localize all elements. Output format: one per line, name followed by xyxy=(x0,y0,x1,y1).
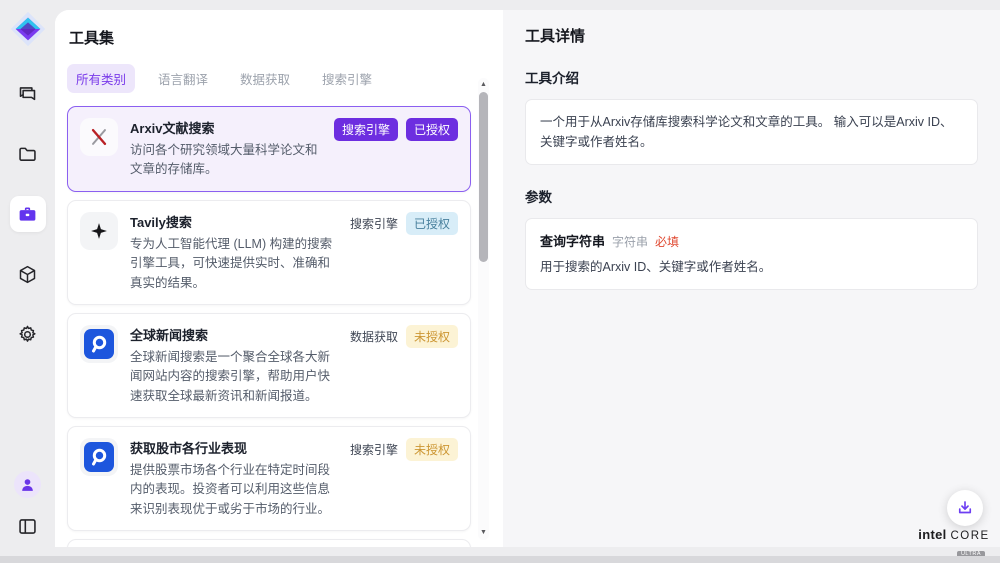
scrollbar-thumb[interactable] xyxy=(479,92,488,262)
app-sidebar xyxy=(0,0,55,556)
tool-list-panel: 工具集 所有类别语言翻译数据获取搜索引擎 Arxiv文献搜索 访问各个研究领域大… xyxy=(55,10,503,547)
tab-category-2[interactable]: 数据获取 xyxy=(231,64,299,93)
category-tabs: 所有类别语言翻译数据获取搜索引擎 xyxy=(67,64,503,93)
diamond-logo-icon xyxy=(9,10,47,48)
param-required-badge: 必填 xyxy=(655,233,679,250)
tool-category-badge: 搜索引擎 xyxy=(334,118,398,141)
tab-category-1[interactable]: 语言翻译 xyxy=(149,64,217,93)
list-scrollbar[interactable]: ▲ ▼ xyxy=(478,78,489,540)
main-window: 工具集 所有类别语言翻译数据获取搜索引擎 Arxiv文献搜索 访问各个研究领域大… xyxy=(55,10,1000,547)
tool-card[interactable]: Arxiv文献搜索 访问各个研究领域大量科学论文和文章的存储库。 搜索引擎 已授… xyxy=(67,106,471,192)
download-button[interactable] xyxy=(947,490,983,526)
panel-toggle-icon[interactable] xyxy=(10,508,46,544)
blue-search-logo-icon xyxy=(80,438,118,476)
page-title: 工具集 xyxy=(69,27,503,48)
tool-detail-panel: 工具详情 工具介绍 一个用于从Arxiv存储库搜索科学论文和文章的工具。 输入可… xyxy=(503,10,1000,547)
tool-card-description: 访问各个研究领域大量科学论文和文章的存储库。 xyxy=(130,141,322,180)
scroll-down-icon[interactable]: ▼ xyxy=(478,526,489,538)
tool-status-badge: 未授权 xyxy=(406,325,458,348)
tool-status-badge: 未授权 xyxy=(406,438,458,461)
sparkle-icon xyxy=(80,212,118,250)
tool-card-title: 获取股市各行业表现 xyxy=(130,438,338,457)
tab-category-0[interactable]: 所有类别 xyxy=(67,64,135,93)
chat-icon[interactable] xyxy=(10,76,46,112)
tool-card[interactable]: Tavily搜索 专为人工智能代理 (LLM) 构建的搜索引擎工具，可快速提供实… xyxy=(67,200,471,305)
scroll-up-icon[interactable]: ▲ xyxy=(478,78,489,90)
tool-card-title: Arxiv文献搜索 xyxy=(130,118,322,137)
param-description: 用于搜索的Arxiv ID、关键字或作者姓名。 xyxy=(540,258,963,277)
tool-category-badge: 搜索引擎 xyxy=(350,438,398,461)
tool-card[interactable]: 获取股市各行业表现 提供股票市场各个行业在特定时间段内的表现。投资者可以利用这些… xyxy=(67,426,471,531)
tool-card-description: 专为人工智能代理 (LLM) 构建的搜索引擎工具，可快速提供实时、准确和真实的结… xyxy=(130,235,338,293)
tool-status-badge: 已授权 xyxy=(406,118,458,141)
tool-status-badge: 已授权 xyxy=(406,212,458,235)
param-box: 查询字符串 字符串 必填 用于搜索的Arxiv ID、关键字或作者姓名。 xyxy=(525,218,978,290)
cube-icon[interactable] xyxy=(10,256,46,292)
sidebar-nav xyxy=(0,76,55,352)
download-icon xyxy=(956,499,974,517)
tool-card-description: 提供股票市场各个行业在特定时间段内的表现。投资者可以利用这些信息来识别表现优于或… xyxy=(130,461,338,519)
intro-text: 一个用于从Arxiv存储库搜索科学论文和文章的工具。 输入可以是Arxiv ID… xyxy=(540,112,963,152)
arxiv-logo-icon xyxy=(80,118,118,156)
tool-card-title: 全球新闻搜索 xyxy=(130,325,338,344)
tool-category-badge: 数据获取 xyxy=(350,325,398,348)
blue-search-logo-icon xyxy=(80,325,118,363)
tool-card-list: Arxiv文献搜索 访问各个研究领域大量科学论文和文章的存储库。 搜索引擎 已授… xyxy=(67,106,471,547)
tab-category-3[interactable]: 搜索引擎 xyxy=(313,64,381,93)
intro-box: 一个用于从Arxiv存储库搜索科学论文和文章的工具。 输入可以是Arxiv ID… xyxy=(525,99,978,165)
detail-title: 工具详情 xyxy=(525,25,978,46)
intro-heading: 工具介绍 xyxy=(525,67,978,87)
tool-category-badge: 搜索引擎 xyxy=(350,212,398,235)
param-type: 字符串 xyxy=(612,233,648,250)
params-heading: 参数 xyxy=(525,186,978,206)
param-name: 查询字符串 xyxy=(540,231,605,250)
settings-gear-icon[interactable] xyxy=(10,316,46,352)
user-avatar-icon[interactable] xyxy=(14,471,41,498)
tool-card[interactable]: 获取市场最活跃股票信息 提供当天交易量最高的股票列表，投资者可以利用这些信息来识… xyxy=(67,539,471,547)
tool-card-description: 全球新闻搜索是一个聚合全球各大新闻网站内容的搜索引擎，帮助用户快速获取全球最新资… xyxy=(130,348,338,406)
toolbox-icon[interactable] xyxy=(10,196,46,232)
folder-icon[interactable] xyxy=(10,136,46,172)
tool-card-title: Tavily搜索 xyxy=(130,212,338,231)
window-bottom-edge xyxy=(0,556,1000,563)
tool-card[interactable]: 全球新闻搜索 全球新闻搜索是一个聚合全球各大新闻网站内容的搜索引擎，帮助用户快速… xyxy=(67,313,471,418)
